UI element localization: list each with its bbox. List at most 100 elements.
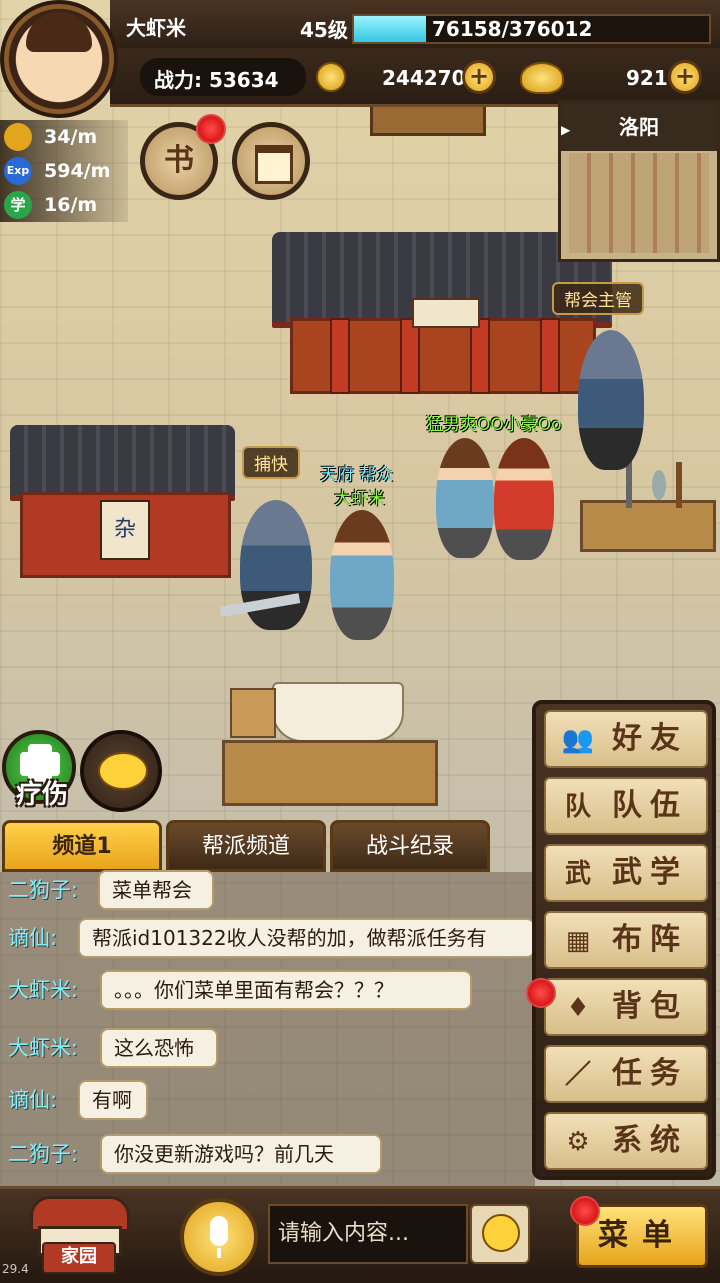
exp-bar: 76158/376012 bbox=[352, 14, 711, 44]
chat-message: 这么恐怖 bbox=[100, 1028, 218, 1068]
study-icon: 学 bbox=[4, 191, 32, 219]
other-player-name: 猛男爽OO小豪Oo bbox=[426, 415, 562, 435]
chat-sender: 谪仙: bbox=[8, 926, 58, 950]
coin-icon bbox=[4, 123, 32, 151]
bag-icon: ♦ bbox=[566, 993, 590, 1023]
staff bbox=[676, 462, 682, 508]
player-name: 大虾米 bbox=[126, 16, 186, 40]
exp-rate: Exp 594/m bbox=[0, 154, 128, 188]
menu-friends[interactable]: 👥 好友 bbox=[544, 710, 708, 768]
emoji-button[interactable] bbox=[470, 1204, 530, 1264]
ingot-icon bbox=[520, 62, 564, 94]
chat-sender: 大虾米: bbox=[8, 1036, 79, 1060]
home-label: 家园 bbox=[42, 1242, 116, 1274]
coin-rate-text: 34/m bbox=[44, 126, 98, 148]
player-title: 天府 帮众 bbox=[320, 465, 394, 485]
chat-message: 菜单帮会 bbox=[98, 870, 214, 910]
ingot-amount: 921 bbox=[626, 66, 668, 90]
hall-plaque bbox=[412, 298, 480, 328]
side-menu: 👥 好友 队 队伍 武 武学 ▦ 布阵 ♦ 背包 ／ 任务 ⚙ 系统 bbox=[532, 700, 716, 1180]
chat-sender: 大虾米: bbox=[8, 978, 79, 1002]
calendar-icon bbox=[255, 145, 293, 184]
minimap-terrain bbox=[569, 153, 709, 253]
smile-icon bbox=[482, 1214, 520, 1252]
avatar-hair bbox=[26, 12, 92, 52]
menu-label: 好友 bbox=[612, 721, 688, 756]
chat-bubble-icon bbox=[98, 752, 148, 790]
chat-sender: 二狗子: bbox=[8, 878, 79, 902]
menu-formation[interactable]: ▦ 布阵 bbox=[544, 911, 708, 969]
menu-quests[interactable]: ／ 任务 bbox=[544, 1045, 708, 1103]
exp-rate-text: 594/m bbox=[44, 160, 111, 182]
menu-label: 布阵 bbox=[612, 922, 688, 957]
chat-sender: 谪仙: bbox=[8, 1088, 58, 1112]
chat-row: 谪仙: 帮派id101322收人没帮的加，做帮派任务有 bbox=[8, 918, 535, 958]
pillar bbox=[400, 318, 420, 394]
chat-row: 大虾米: 这么恐怖 bbox=[8, 1028, 218, 1068]
exp-text: 76158/376012 bbox=[432, 17, 593, 41]
tab-battle-log[interactable]: 战斗纪录 bbox=[330, 820, 490, 872]
chat-row: 二狗子: 菜单帮会 bbox=[8, 870, 214, 910]
home-button[interactable]: 家园 bbox=[24, 1192, 130, 1274]
microphone-stand bbox=[217, 1248, 221, 1258]
chevron-right-icon[interactable]: ▶ bbox=[561, 117, 579, 141]
guild-manager-tag: 帮会主管 bbox=[552, 282, 644, 315]
exp-icon: Exp bbox=[4, 157, 32, 185]
pillar bbox=[470, 318, 490, 394]
chat-message: 帮派id101322收人没帮的加，做帮派任务有 bbox=[78, 918, 535, 958]
other-player[interactable] bbox=[436, 438, 494, 558]
chat-tabs: 频道1 帮派频道 战斗纪录 bbox=[0, 820, 500, 872]
voice-button[interactable] bbox=[180, 1198, 258, 1276]
menu-bag[interactable]: ♦ 背包 bbox=[544, 978, 708, 1036]
team-icon: 队 bbox=[564, 792, 591, 822]
chat-row: 谪仙: 有啊 bbox=[8, 1080, 148, 1120]
exp-bar-fill bbox=[354, 16, 426, 42]
player-level: 45级 bbox=[300, 18, 348, 42]
friends-icon: 👥 bbox=[561, 725, 595, 755]
minimap[interactable]: 洛阳 ▶ bbox=[558, 100, 720, 262]
chat-bubble-button[interactable] bbox=[80, 730, 162, 812]
menu-team[interactable]: 队 队伍 bbox=[544, 777, 708, 835]
menu-label: 背包 bbox=[612, 989, 688, 1024]
chat-panel[interactable]: 二狗子: 菜单帮会 谪仙: 帮派id101322收人没帮的加，做帮派任务有 大虾… bbox=[0, 870, 535, 1190]
chat-row: 二狗子: 你没更新游戏吗？前几天 bbox=[8, 1134, 382, 1174]
chat-message: 你没更新游戏吗？前几天 bbox=[100, 1134, 382, 1174]
player-name-label: 大虾米 bbox=[334, 489, 385, 509]
study-rate: 学 16/m bbox=[0, 188, 128, 222]
guild-manager-npc[interactable] bbox=[578, 330, 644, 470]
player-avatar[interactable] bbox=[0, 0, 118, 118]
chat-row: 大虾米: 。。。你们菜单里面有帮会？？？ bbox=[8, 970, 472, 1010]
pillar bbox=[330, 318, 350, 394]
settings-icon: ⚙ bbox=[566, 1127, 590, 1157]
pillar bbox=[540, 318, 560, 394]
menu-notification-dot bbox=[570, 1196, 600, 1226]
chat-message: 有啊 bbox=[78, 1080, 148, 1120]
menu-martial-arts[interactable]: 武 武学 bbox=[544, 844, 708, 902]
martial-icon: 武 bbox=[564, 859, 591, 889]
market-stall[interactable] bbox=[222, 740, 438, 806]
menu-label: 武学 bbox=[612, 855, 688, 890]
calendar-button[interactable] bbox=[232, 122, 310, 200]
chat-sender: 二狗子: bbox=[8, 1142, 79, 1166]
tab-channel1[interactable]: 频道1 bbox=[2, 820, 162, 872]
coin-icon bbox=[316, 62, 346, 92]
weapon-rack[interactable] bbox=[580, 500, 716, 552]
power-box: 战力: 53634 bbox=[140, 58, 306, 96]
combat-power: 战力: 53634 bbox=[154, 68, 279, 92]
add-coins-button[interactable]: + bbox=[462, 60, 496, 94]
coin-amount: 244270 bbox=[382, 66, 466, 90]
heal-label: 疗伤 bbox=[15, 780, 68, 810]
tab-guild-channel[interactable]: 帮派频道 bbox=[166, 820, 326, 872]
other-player-girl[interactable] bbox=[494, 438, 554, 560]
tea-shop-roof bbox=[10, 425, 235, 501]
chat-input[interactable]: 请输入内容... bbox=[268, 1204, 468, 1264]
book-icon: 书 bbox=[164, 143, 194, 178]
constable-tag: 捕快 bbox=[242, 446, 300, 479]
chat-message: 。。。你们菜单里面有帮会？？？ bbox=[100, 970, 472, 1010]
add-ingots-button[interactable]: + bbox=[668, 60, 702, 94]
shop-sign: 杂 bbox=[100, 500, 150, 560]
bag-notification-dot bbox=[526, 978, 556, 1008]
menu-label: 队伍 bbox=[612, 788, 688, 823]
player-character[interactable] bbox=[330, 510, 394, 640]
menu-system[interactable]: ⚙ 系统 bbox=[544, 1112, 708, 1170]
